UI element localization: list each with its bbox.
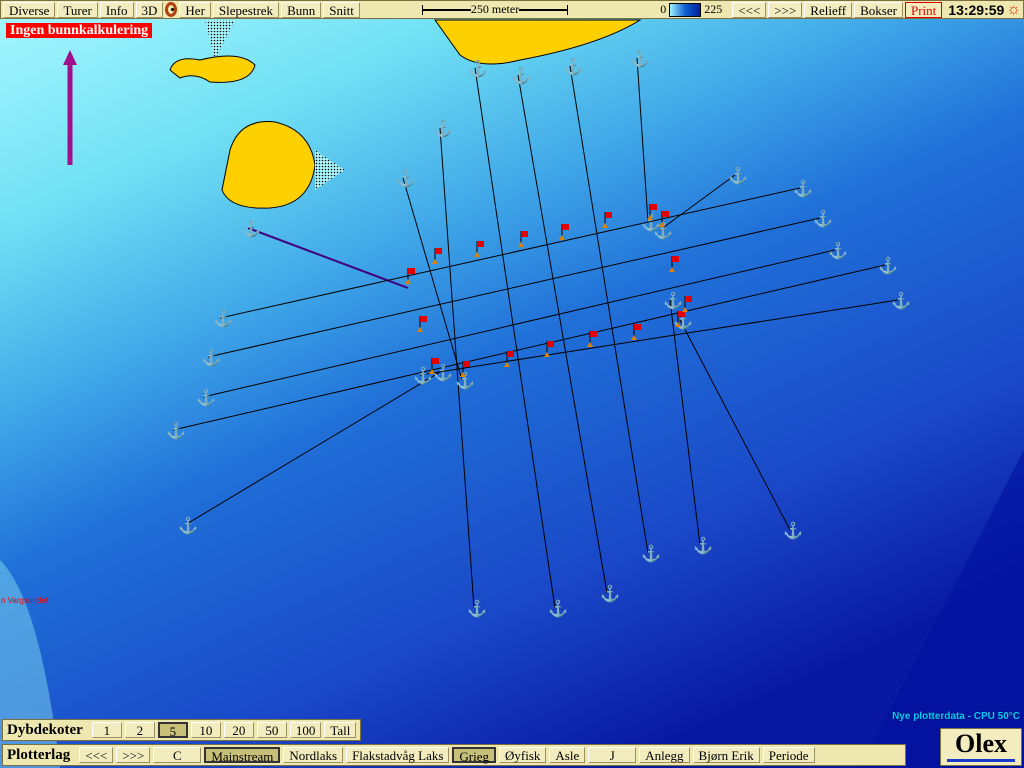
flag-icon[interactable] — [662, 211, 669, 217]
sun-icon[interactable]: ☼ — [1006, 1, 1021, 19]
anchor-icon[interactable]: ⚓ — [728, 166, 748, 185]
anchor-icon[interactable]: ⚓ — [641, 544, 661, 563]
anchor-icon[interactable]: ⚓ — [467, 599, 487, 618]
olex-logo[interactable]: Olex — [940, 728, 1022, 766]
anchor-icon[interactable]: ⚓ — [793, 179, 813, 198]
flag-icon[interactable] — [590, 331, 597, 337]
anchor-icon[interactable]: ⚓ — [433, 119, 453, 138]
anchor-icon[interactable]: ⚓ — [813, 209, 833, 228]
clock: 13:29:59 — [948, 1, 1005, 18]
depth-max: 225 — [704, 2, 723, 16]
option-c[interactable]: C — [153, 747, 202, 763]
depth-min: 0 — [660, 2, 667, 16]
anchor-icon[interactable]: ⚓ — [413, 366, 433, 385]
option-2[interactable]: 2 — [124, 722, 155, 738]
anchor-icon[interactable]: ⚓ — [196, 388, 216, 407]
option-nordlaks[interactable]: Nordlaks — [283, 747, 344, 763]
flag-icon[interactable] — [650, 204, 657, 210]
info-button[interactable]: Info — [99, 1, 134, 18]
anchor-icon[interactable]: ⚓ — [166, 421, 186, 440]
anchor-icon[interactable]: ⚓ — [600, 584, 620, 603]
option-10[interactable]: 10 — [190, 722, 221, 738]
depth-legend: 0 225 — [660, 2, 722, 17]
anchor-icon[interactable]: ⚓ — [783, 521, 803, 540]
flag-icon[interactable] — [634, 324, 641, 330]
status-text: Nye plotterdata - CPU 50°C — [892, 711, 1020, 722]
top-toolbar: Diverse Turer Info 3D Her Slepestrek Bun… — [0, 0, 1024, 19]
flag-icon[interactable] — [435, 248, 442, 254]
3d-button[interactable]: 3D — [135, 1, 164, 18]
option-1[interactable]: 1 — [91, 722, 122, 738]
anchor-icon[interactable]: ⚓ — [468, 59, 488, 78]
flag-icon[interactable] — [562, 224, 569, 230]
option-mainstream[interactable]: Mainstream — [204, 747, 281, 764]
anchor-icon[interactable]: ⚓ — [201, 348, 221, 367]
anchor-icon[interactable]: ⚓ — [396, 169, 416, 188]
option-asle[interactable]: Asle — [549, 747, 586, 763]
her-button[interactable]: Her — [179, 1, 211, 18]
option-periode[interactable]: Periode — [762, 747, 815, 763]
anchor-icon[interactable]: ⚓ — [891, 291, 911, 310]
option-20[interactable]: 20 — [223, 722, 254, 738]
depth-gradient — [669, 2, 702, 17]
anchor-icon[interactable]: ⚓ — [828, 241, 848, 260]
flag-icon[interactable] — [420, 316, 427, 322]
option-tall[interactable]: Tall — [324, 722, 357, 738]
anchor-icon[interactable]: ⚓ — [455, 371, 475, 390]
next-button[interactable]: >>> — [768, 1, 803, 18]
option-j[interactable]: J — [588, 747, 637, 763]
diverse-button[interactable]: Diverse — [3, 1, 56, 18]
option-øyfisk[interactable]: Øyfisk — [499, 747, 547, 763]
dybdekoter-label: Dybdekoter — [7, 721, 83, 738]
flag-icon[interactable] — [408, 268, 415, 274]
flag-icon[interactable] — [507, 351, 514, 357]
logo-text: Olex — [955, 729, 1007, 758]
chart-map[interactable]: ⚓⚓⚓⚓⚓⚓⚓⚓⚓⚓⚓⚓⚓⚓⚓⚓⚓⚓⚓⚓⚓⚓⚓⚓⚓⚓⚓⚓⚓⚓⚓ — [0, 0, 1024, 768]
turer-button[interactable]: Turer — [57, 1, 98, 18]
option-anlegg[interactable]: Anlegg — [639, 747, 690, 763]
bokser-button[interactable]: Bokser — [854, 1, 903, 18]
flag-icon[interactable] — [672, 256, 679, 262]
prev-button[interactable]: <<< — [732, 1, 767, 18]
flag-icon[interactable] — [605, 212, 612, 218]
option-100[interactable]: 100 — [289, 722, 322, 738]
anchor-icon[interactable]: ⚓ — [878, 256, 898, 275]
option-5[interactable]: 5 — [157, 722, 188, 739]
place-label: n Vargsundet — [1, 596, 48, 605]
option-50[interactable]: 50 — [256, 722, 287, 738]
flag-icon[interactable] — [547, 341, 554, 347]
scale-bar: 250 meter — [421, 2, 569, 17]
flag-icon[interactable] — [432, 358, 439, 364]
option--[interactable]: <<< — [79, 747, 114, 763]
dybdekoter-bar: Dybdekoter 1 2 5 10 20 50 100 Tall — [2, 719, 362, 741]
bunn-button[interactable]: Bunn — [281, 1, 322, 18]
anchor-icon[interactable]: ⚓ — [693, 536, 713, 555]
option--[interactable]: >>> — [116, 747, 151, 763]
option-flakstadvåg-laks[interactable]: Flakstadvåg Laks — [346, 747, 450, 763]
anchor-icon[interactable]: ⚓ — [663, 291, 683, 310]
option-bjørn-erik[interactable]: Bjørn Erik — [692, 747, 760, 763]
plotterlag-label: Plotterlag — [7, 746, 71, 763]
target-icon[interactable] — [165, 2, 178, 17]
anchor-icon[interactable]: ⚓ — [563, 57, 583, 76]
warning-label: Ingen bunnkalkulering — [6, 23, 153, 38]
option-grieg[interactable]: Grieg — [452, 747, 497, 764]
flag-icon[interactable] — [521, 231, 528, 237]
anchor-icon[interactable]: ⚓ — [213, 309, 233, 328]
anchor-icon[interactable]: ⚓ — [630, 49, 650, 68]
scale-label: 250 meter — [470, 2, 520, 16]
print-button[interactable]: Print — [904, 1, 943, 18]
flag-icon[interactable] — [477, 241, 484, 247]
plotterlag-bar: Plotterlag <<< >>> C Mainstream Nordlaks Flak… — [2, 744, 906, 766]
flag-icon[interactable] — [685, 296, 692, 302]
flag-icon[interactable] — [463, 361, 470, 367]
anchor-icon[interactable]: ⚓ — [511, 66, 531, 85]
anchor-icon[interactable]: ⚓ — [548, 599, 568, 618]
anchor-icon[interactable]: ⚓ — [241, 219, 261, 238]
snitt-button[interactable]: Snitt — [323, 1, 360, 18]
slepestrek-button[interactable]: Slepestrek — [212, 1, 280, 18]
anchor-icon[interactable]: ⚓ — [178, 516, 198, 535]
relieff-button[interactable]: Relieff — [804, 1, 853, 18]
